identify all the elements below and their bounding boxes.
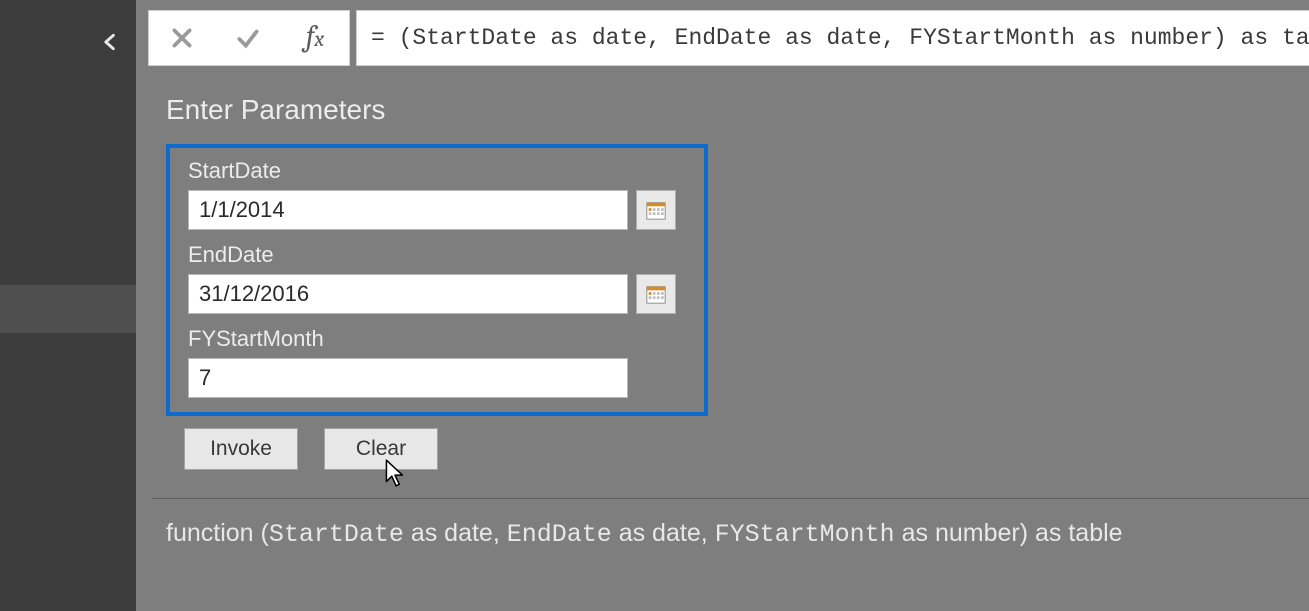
- fx-icon: fx: [306, 19, 324, 54]
- invoke-button[interactable]: Invoke: [184, 428, 298, 470]
- enddate-field-group: EndDate: [188, 242, 686, 314]
- enddate-label: EndDate: [188, 242, 686, 268]
- fystartmonth-label: FYStartMonth: [188, 326, 686, 352]
- sidebar-active-item[interactable]: [0, 285, 136, 333]
- startdate-field-group: StartDate: [188, 158, 686, 230]
- formula-input[interactable]: = (StartDate as date, EndDate as date, F…: [356, 10, 1309, 66]
- fystartmonth-field-group: FYStartMonth: [188, 326, 686, 398]
- button-row: Invoke Clear: [166, 428, 1309, 470]
- commit-formula-button[interactable]: [215, 11, 281, 65]
- clear-button[interactable]: Clear: [324, 428, 438, 470]
- startdate-label: StartDate: [188, 158, 686, 184]
- enddate-input[interactable]: [188, 274, 628, 314]
- parameters-panel: StartDate: [166, 144, 708, 416]
- startdate-input[interactable]: [188, 190, 628, 230]
- close-icon: [169, 25, 195, 51]
- function-signature: function (StartDate as date, EndDate as …: [166, 519, 1309, 549]
- main-content: fx = (StartDate as date, EndDate as date…: [136, 0, 1309, 611]
- enddate-calendar-button[interactable]: [636, 274, 676, 314]
- signature-text: as date,: [404, 519, 507, 547]
- formula-action-group: fx: [148, 10, 350, 66]
- signature-text: StartDate: [269, 520, 404, 549]
- calendar-icon: [645, 283, 667, 305]
- signature-text: as date,: [612, 519, 715, 547]
- content-body: Enter Parameters StartDate: [136, 66, 1309, 559]
- back-chevron-icon[interactable]: [100, 30, 120, 56]
- signature-text: as number) as table: [895, 519, 1123, 547]
- signature-text: function (: [166, 519, 269, 547]
- signature-text: EndDate: [507, 520, 612, 549]
- fystartmonth-input[interactable]: [188, 358, 628, 398]
- calendar-icon: [645, 199, 667, 221]
- formula-bar: fx = (StartDate as date, EndDate as date…: [148, 10, 1309, 66]
- fx-button[interactable]: fx: [281, 11, 349, 65]
- check-icon: [235, 25, 261, 51]
- left-sidebar: [0, 0, 136, 611]
- signature-text: FYStartMonth: [715, 520, 895, 549]
- page-title: Enter Parameters: [166, 94, 1309, 126]
- cancel-formula-button[interactable]: [149, 11, 215, 65]
- divider: [152, 498, 1309, 499]
- startdate-calendar-button[interactable]: [636, 190, 676, 230]
